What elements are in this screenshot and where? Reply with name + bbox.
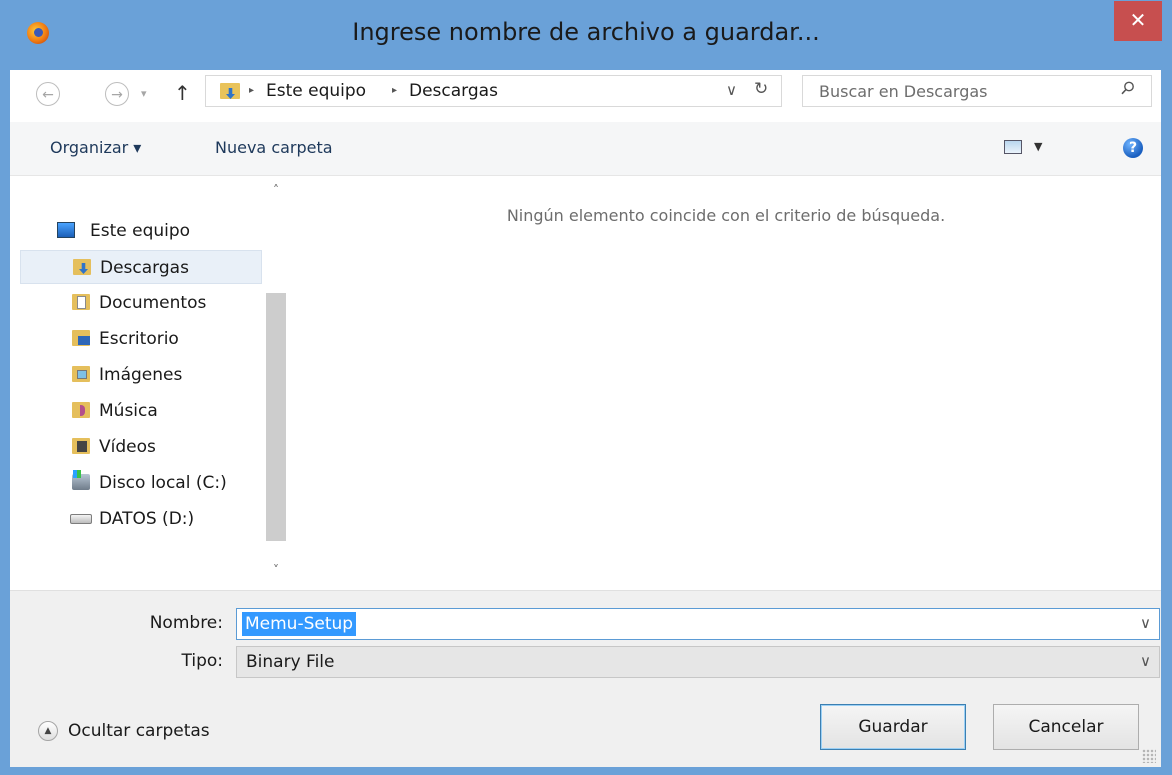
save-dialog-window: Ingrese nombre de archivo a guardar... ✕…	[0, 0, 1172, 775]
back-button[interactable]: ←	[36, 82, 60, 106]
search-icon[interactable]	[1121, 81, 1135, 95]
hide-folders-icon[interactable]: ▲	[38, 721, 58, 741]
pictures-folder-icon	[72, 366, 90, 382]
chevron-down-icon[interactable]: ∨	[1140, 652, 1151, 670]
navigation-bar: ← → ▾ ↑ ▸ Este equipo ▸ Descargas ∨ ↻	[10, 70, 1161, 122]
computer-icon	[57, 222, 75, 238]
refresh-icon[interactable]: ↻	[754, 79, 768, 99]
file-name-label: Nombre:	[149, 613, 223, 633]
address-dropdown-icon[interactable]: ∨	[726, 81, 737, 99]
navigation-pane[interactable]: Este equipo Descargas Documentos Escrito…	[10, 176, 290, 590]
documents-folder-icon	[72, 294, 90, 310]
sidebar-item-label: Música	[99, 401, 158, 421]
empty-folder-message: Ningún elemento coincide con el criterio…	[506, 206, 946, 225]
help-icon[interactable]: ?	[1123, 138, 1143, 158]
file-type-label: Tipo:	[181, 651, 223, 671]
view-options-dropdown-icon[interactable]: ▼	[1034, 136, 1042, 158]
sidebar-item-videos[interactable]: Vídeos	[20, 430, 262, 464]
file-name-input[interactable]: Memu-Setup	[242, 612, 357, 636]
sidebar-item-label: Este equipo	[90, 221, 191, 241]
sidebar-item-label: Disco local (C:)	[99, 473, 227, 493]
sidebar-scrollbar[interactable]: ˄ ˅	[263, 176, 289, 590]
file-name-combobox[interactable]: Memu-Setup ∨	[236, 608, 1160, 640]
sidebar-item-escritorio[interactable]: Escritorio	[20, 322, 262, 356]
new-folder-button[interactable]: Nueva carpeta	[215, 137, 333, 159]
address-bar[interactable]: ▸ Este equipo ▸ Descargas ∨ ↻	[205, 75, 782, 107]
downloads-folder-icon	[220, 83, 240, 99]
file-type-select[interactable]: Binary File ∨	[236, 646, 1160, 678]
command-bar: Organizar ▾ Nueva carpeta ▼ ?	[10, 122, 1161, 176]
forward-button[interactable]: →	[105, 82, 129, 106]
breadcrumb-descargas[interactable]: Descargas	[409, 80, 498, 102]
sidebar-item-datos[interactable]: DATOS (D:)	[20, 502, 262, 536]
title-bar[interactable]: Ingrese nombre de archivo a guardar... ✕	[0, 0, 1172, 70]
search-input[interactable]	[803, 76, 1119, 106]
window-title: Ingrese nombre de archivo a guardar...	[352, 18, 820, 46]
hide-folders-button[interactable]: Ocultar carpetas	[68, 719, 210, 743]
resize-grip-icon[interactable]	[1142, 749, 1156, 763]
sidebar-item-label: Escritorio	[99, 329, 179, 349]
drive-icon	[70, 514, 92, 524]
sidebar-item-label: Vídeos	[99, 437, 156, 457]
scroll-up-icon[interactable]: ˄	[263, 180, 289, 200]
file-list-area[interactable]: Ningún elemento coincide con el criterio…	[291, 176, 1161, 590]
sidebar-item-label: Imágenes	[99, 365, 183, 385]
downloads-folder-icon	[73, 259, 91, 275]
sidebar-item-label: Documentos	[99, 293, 207, 313]
sidebar-item-musica[interactable]: Música	[20, 394, 262, 428]
scrollbar-thumb[interactable]	[266, 293, 286, 541]
save-button[interactable]: Guardar	[820, 704, 966, 750]
sidebar-item-descargas[interactable]: Descargas	[20, 250, 262, 284]
dialog-client-area: ← → ▾ ↑ ▸ Este equipo ▸ Descargas ∨ ↻ Bu…	[10, 70, 1161, 767]
sidebar-item-documentos[interactable]: Documentos	[20, 286, 262, 320]
organize-menu-button[interactable]: Organizar ▾	[50, 137, 141, 159]
videos-folder-icon	[72, 438, 90, 454]
scroll-down-icon[interactable]: ˅	[263, 560, 289, 580]
save-options-panel: Nombre: Memu-Setup ∨ Tipo: Binary File ∨…	[10, 590, 1161, 767]
recent-locations-dropdown-icon[interactable]: ▾	[141, 82, 147, 106]
sidebar-item-disco-local[interactable]: Disco local (C:)	[20, 466, 262, 500]
close-button[interactable]: ✕	[1114, 1, 1162, 41]
breadcrumb-separator-icon[interactable]: ▸	[249, 84, 254, 98]
change-view-icon[interactable]	[1004, 140, 1022, 154]
file-type-value: Binary File	[246, 652, 335, 672]
sidebar-item-imagenes[interactable]: Imágenes	[20, 358, 262, 392]
sidebar-item-este-equipo[interactable]: Este equipo	[10, 214, 262, 248]
breadcrumb-separator-icon[interactable]: ▸	[392, 84, 397, 98]
up-folder-button[interactable]: ↑	[174, 80, 191, 106]
chevron-down-icon[interactable]: ∨	[1140, 614, 1151, 632]
local-disk-icon	[72, 470, 90, 490]
breadcrumb-este-equipo[interactable]: Este equipo	[266, 80, 366, 102]
music-folder-icon	[72, 402, 90, 418]
cancel-button[interactable]: Cancelar	[993, 704, 1139, 750]
search-box[interactable]	[802, 75, 1152, 107]
sidebar-item-label: Descargas	[100, 258, 189, 278]
desktop-folder-icon	[72, 330, 90, 346]
sidebar-item-label: DATOS (D:)	[99, 509, 195, 529]
